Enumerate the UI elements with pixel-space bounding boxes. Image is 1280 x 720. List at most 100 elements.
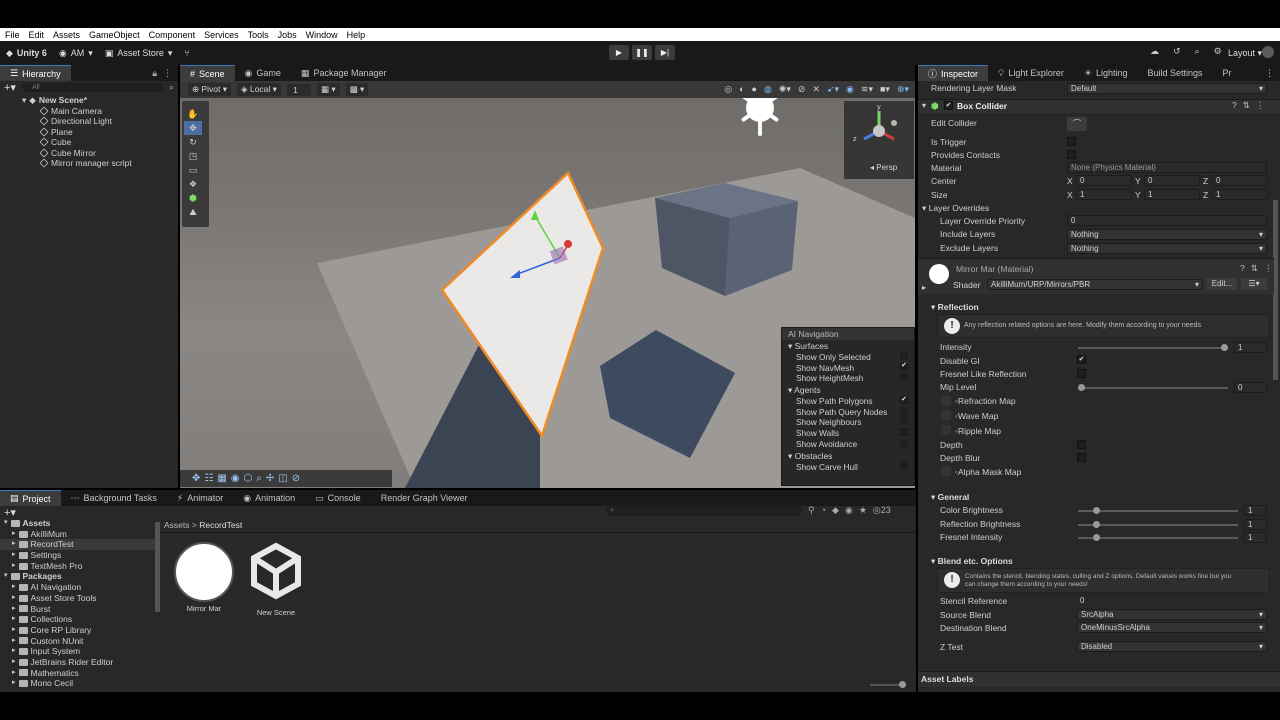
hierarchy-item[interactable]: Directional Light <box>39 116 178 127</box>
foldout-arrow-icon[interactable]: ▸ <box>922 283 926 292</box>
preset-icon[interactable]: ⇅ <box>1251 263 1258 274</box>
provides-contacts-checkbox[interactable] <box>1067 150 1076 159</box>
mip-level-input[interactable]: 0 <box>1234 382 1267 393</box>
disable-gi-checkbox[interactable]: ✔ <box>1077 355 1086 364</box>
menu-item-file[interactable]: File <box>5 30 20 40</box>
shader-menu-button[interactable]: ☰▾ <box>1241 278 1267 290</box>
ai-overlay-checkbox[interactable] <box>900 438 908 447</box>
effects-icon[interactable]: ≋▾ <box>861 84 873 95</box>
tree-item[interactable]: ▸ AkilliMum <box>0 529 160 540</box>
hierarchy-item[interactable]: Cube <box>39 137 178 148</box>
pause-button[interactable]: ❚❚ <box>632 45 652 60</box>
light-toggle-icon[interactable]: ✺▾ <box>779 84 791 95</box>
ai-overlay-checkbox[interactable]: ✔ <box>900 362 908 371</box>
breadcrumb-leaf[interactable]: RecordTest <box>199 520 242 530</box>
tree-item[interactable]: ▸ AI Navigation <box>0 582 160 593</box>
hierarchy-search-input[interactable]: All <box>21 83 163 92</box>
ai-overlay-checkbox[interactable] <box>900 406 908 415</box>
persp-label[interactable]: ◂ Persp <box>870 163 897 172</box>
depth-checkbox[interactable] <box>1077 440 1086 449</box>
nav-mesh-icon[interactable]: ⬡ <box>244 473 253 484</box>
tree-item[interactable]: ▸ Collections <box>0 614 160 625</box>
nav-layers-icon[interactable]: ◫ <box>278 473 287 484</box>
fresnel-intensity-input[interactable]: 1 <box>1244 532 1267 543</box>
rotate-tool-icon[interactable]: ↻ <box>184 135 202 149</box>
lock-icon[interactable]: 🔒︎ <box>152 68 157 79</box>
eye-count-icon[interactable]: ◎23 <box>873 505 891 516</box>
play-button[interactable]: ▶ <box>609 45 629 60</box>
tab-scene[interactable]: # Scene <box>180 65 235 81</box>
transform-tool-icon[interactable]: ❖ <box>184 177 202 191</box>
ai-overlay-option[interactable]: Show Path Query Nodes <box>782 406 914 418</box>
grid-dropdown[interactable]: ▦ ▾ <box>316 83 340 96</box>
tab-hierarchy[interactable]: ☰ Hierarchy <box>0 65 71 81</box>
shaded-icon[interactable]: ● <box>752 84 757 95</box>
more-icon[interactable]: ⋮ <box>1265 68 1280 79</box>
ai-overlay-checkbox[interactable] <box>900 428 908 437</box>
ai-overlay-option[interactable]: Show Avoidance <box>782 438 914 450</box>
grid-snap-input[interactable]: 1 <box>286 83 311 96</box>
settings-icon[interactable]: ⚙ <box>1214 46 1222 57</box>
material-field[interactable]: None (Physics Material) <box>1067 162 1267 173</box>
nav-grid-icon[interactable]: ▦ <box>217 473 226 484</box>
tab-inspector[interactable]: ⓘ Inspector <box>918 65 989 81</box>
add-icon[interactable]: +▾ <box>4 506 16 519</box>
ai-overlay-checkbox[interactable] <box>900 373 908 382</box>
hand-tool-icon[interactable]: ✋ <box>184 107 202 121</box>
add-icon[interactable]: +▾ <box>4 81 16 94</box>
tools-icon[interactable]: ✕ <box>812 84 820 95</box>
asset-mirror-mat[interactable]: Mirror Mar <box>174 542 234 614</box>
tree-scrollbar[interactable] <box>155 522 160 612</box>
cloud-icon[interactable]: ☁ <box>1150 46 1159 57</box>
size-y-input[interactable]: 1 <box>1144 189 1200 200</box>
tree-item[interactable]: ▸ Mono Cecil <box>0 678 160 689</box>
color-brightness-input[interactable]: 1 <box>1244 505 1267 516</box>
label-icon[interactable]: ◆ <box>832 505 839 516</box>
scene-viewport[interactable]: ✋ ✥ ↻ ◳ ▭ ❖ ⬢ ⛰ ✥ ☷ ▦ ◉ ⬡ ⌕ ✢ ◫ ⊘ y z ◂ Persp AI… <box>180 98 915 488</box>
tab-pr[interactable]: Pr <box>1213 65 1242 81</box>
menu-item-jobs[interactable]: Jobs <box>278 30 297 40</box>
box-collider-enabled-checkbox[interactable]: ✔ <box>944 101 953 110</box>
account-button[interactable]: ◉ AM ▾ <box>53 45 99 61</box>
asset-new-scene[interactable]: New Scene <box>250 542 302 617</box>
ai-overlay-option[interactable]: Show Walls <box>782 428 914 439</box>
depth-blur-checkbox[interactable] <box>1077 453 1086 462</box>
breadcrumb-root[interactable]: Assets <box>164 520 190 530</box>
ai-overlay-option[interactable]: Show Neighbours <box>782 417 914 428</box>
tab-animator[interactable]: ⚡ Animator <box>167 490 233 506</box>
ai-overlay-option[interactable]: Show HeightMesh <box>782 373 914 384</box>
search-filter-icon[interactable]: ⌕ <box>169 82 174 93</box>
menu-item-window[interactable]: Window <box>306 30 338 40</box>
avatar[interactable] <box>1262 46 1274 58</box>
ai-overlay-section-obstacles[interactable]: ▾ Obstacles <box>782 450 914 462</box>
history-icon[interactable]: ↺ <box>1173 46 1181 57</box>
asset-store-button[interactable]: ▣ Asset Store ▾ <box>99 45 179 61</box>
source-blend-dropdown[interactable]: SrcAlpha <box>1077 609 1267 620</box>
tree-item[interactable]: ▸ Input System <box>0 646 160 657</box>
nav-clear-icon[interactable]: ⊘ <box>292 473 300 484</box>
more-icon[interactable]: ⋮ <box>1264 263 1273 274</box>
tree-item[interactable]: ▾ Packages <box>0 571 160 582</box>
texture-slot[interactable] <box>941 466 951 476</box>
nav-move-icon[interactable]: ✥ <box>192 473 200 484</box>
menu-item-component[interactable]: Component <box>149 30 196 40</box>
reflection-brightness-slider[interactable] <box>1078 521 1238 528</box>
ai-overlay-section-surfaces[interactable]: ▾ Surfaces <box>782 340 914 352</box>
rendering-layer-mask-dropdown[interactable]: Default <box>1067 83 1267 94</box>
orientation-gizmo[interactable]: y z ◂ Persp <box>844 101 914 179</box>
ai-overlay-option[interactable]: Show Only Selected <box>782 352 914 363</box>
local-dropdown[interactable]: ◈ Local ▾ <box>237 83 281 96</box>
layer-overrides-foldout[interactable]: ▾ Layer Overrides <box>922 203 989 214</box>
ai-overlay-checkbox[interactable] <box>900 461 908 470</box>
mip-level-slider-knob[interactable] <box>1078 384 1085 391</box>
hierarchy-item[interactable]: Main Camera <box>39 106 178 117</box>
pivot-dropdown[interactable]: ⊕ Pivot ▾ <box>188 83 232 96</box>
layout-dropdown[interactable]: Layout ▾ <box>1228 48 1262 59</box>
fresnel-intensity-slider[interactable] <box>1078 534 1238 541</box>
ai-overlay-option[interactable]: Show Path Polygons ✔ <box>782 396 914 407</box>
exclude-layers-dropdown[interactable]: Nothing <box>1067 243 1267 254</box>
destination-blend-dropdown[interactable]: OneMinusSrcAlpha <box>1077 622 1267 633</box>
tree-item[interactable]: ▸ JetBrains Rider Editor <box>0 657 160 668</box>
mip-level-slider[interactable] <box>1078 384 1228 391</box>
center-x-input[interactable]: 0 <box>1076 175 1132 186</box>
